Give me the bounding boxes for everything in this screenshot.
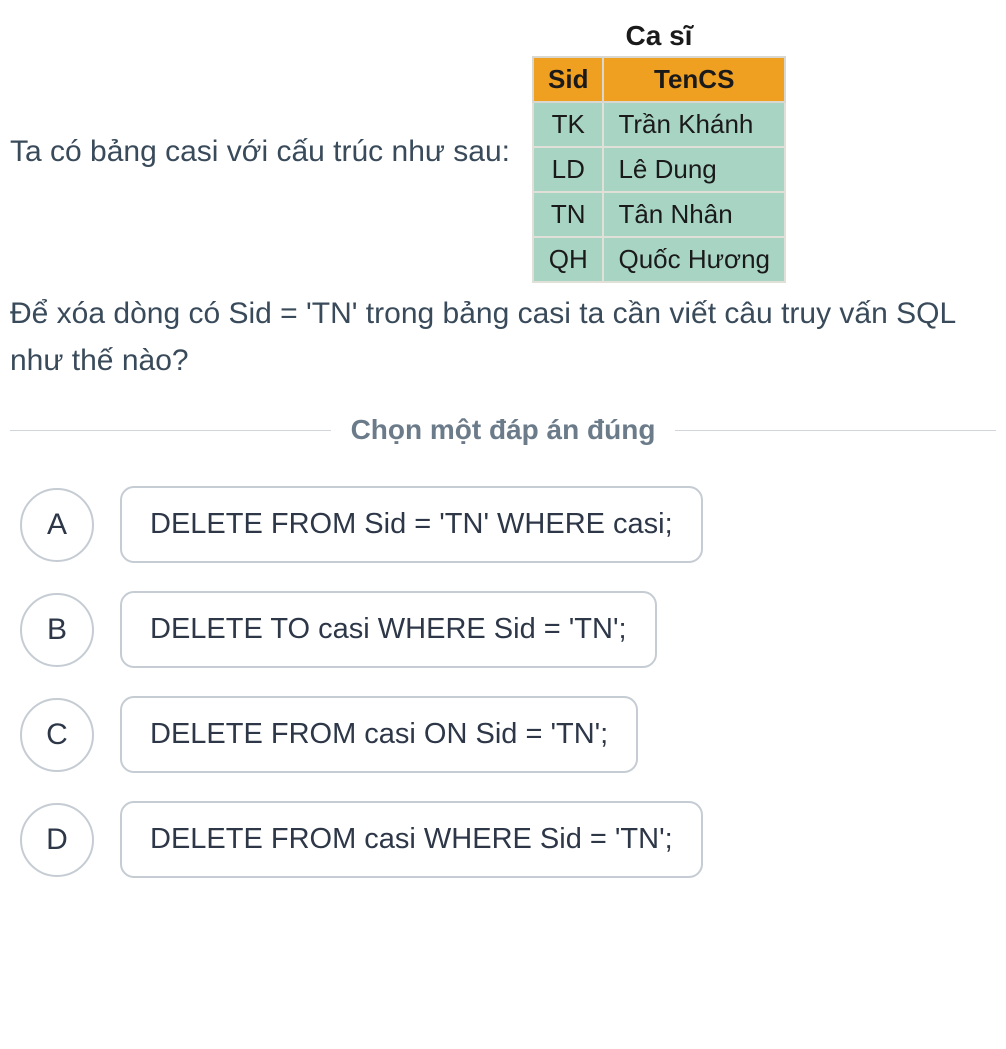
- option-letter[interactable]: D: [20, 803, 94, 877]
- table-row: LD Lê Dung: [533, 147, 785, 192]
- option-a[interactable]: A DELETE FROM Sid = 'TN' WHERE casi;: [20, 486, 986, 563]
- intro-text: Ta có bảng casi với cấu trúc như sau:: [10, 129, 510, 174]
- table-row: QH Quốc Hương: [533, 237, 785, 282]
- answer-prompt-row: Chọn một đáp án đúng: [10, 414, 996, 446]
- question-intro-row: Ta có bảng casi với cấu trúc như sau: Ca…: [10, 20, 996, 283]
- option-text[interactable]: DELETE FROM casi WHERE Sid = 'TN';: [120, 801, 703, 878]
- option-b[interactable]: B DELETE TO casi WHERE Sid = 'TN';: [20, 591, 986, 668]
- answer-prompt: Chọn một đáp án đúng: [331, 414, 676, 446]
- table-title: Ca sĩ: [532, 20, 786, 52]
- header-tencs: TenCS: [603, 57, 785, 102]
- cell-sid: TK: [533, 102, 603, 147]
- option-d[interactable]: D DELETE FROM casi WHERE Sid = 'TN';: [20, 801, 986, 878]
- divider-left: [10, 430, 331, 431]
- option-letter[interactable]: C: [20, 698, 94, 772]
- divider-right: [675, 430, 996, 431]
- option-text[interactable]: DELETE TO casi WHERE Sid = 'TN';: [120, 591, 657, 668]
- header-sid: Sid: [533, 57, 603, 102]
- question-text: Để xóa dòng có Sid = 'TN' trong bảng cas…: [10, 291, 996, 384]
- cell-sid: TN: [533, 192, 603, 237]
- options-list: A DELETE FROM Sid = 'TN' WHERE casi; B D…: [10, 486, 996, 878]
- option-c[interactable]: C DELETE FROM casi ON Sid = 'TN';: [20, 696, 986, 773]
- option-text[interactable]: DELETE FROM casi ON Sid = 'TN';: [120, 696, 638, 773]
- option-letter[interactable]: A: [20, 488, 94, 562]
- cell-tencs: Quốc Hương: [603, 237, 785, 282]
- option-letter[interactable]: B: [20, 593, 94, 667]
- cell-tencs: Trần Khánh: [603, 102, 785, 147]
- cell-tencs: Tân Nhân: [603, 192, 785, 237]
- cell-sid: QH: [533, 237, 603, 282]
- table-header-row: Sid TenCS: [533, 57, 785, 102]
- casi-table: Sid TenCS TK Trần Khánh LD Lê Dung TN Tâ…: [532, 56, 786, 283]
- table-row: TN Tân Nhân: [533, 192, 785, 237]
- casi-table-container: Ca sĩ Sid TenCS TK Trần Khánh LD Lê Dung: [532, 20, 786, 283]
- cell-tencs: Lê Dung: [603, 147, 785, 192]
- option-text[interactable]: DELETE FROM Sid = 'TN' WHERE casi;: [120, 486, 703, 563]
- table-row: TK Trần Khánh: [533, 102, 785, 147]
- cell-sid: LD: [533, 147, 603, 192]
